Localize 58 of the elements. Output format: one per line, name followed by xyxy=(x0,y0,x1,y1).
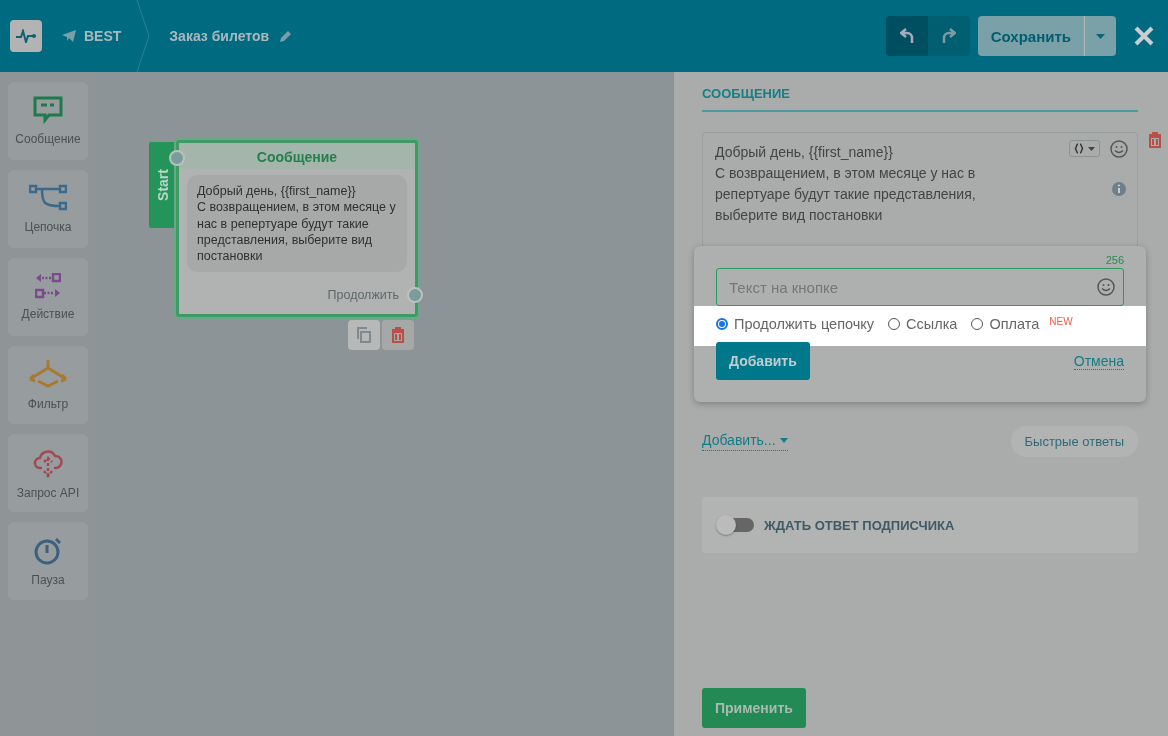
cancel-link[interactable]: Отмена xyxy=(1073,352,1124,370)
chat-bubble-icon xyxy=(33,96,63,124)
toolbox-item[interactable]: Сообщение xyxy=(8,82,88,160)
braces-icon xyxy=(1074,143,1084,154)
branch-icon xyxy=(29,184,67,212)
toolbox-label: Сообщение xyxy=(15,132,81,146)
caret-icon xyxy=(1096,33,1105,39)
toolbox-item[interactable]: Запрос API xyxy=(8,434,88,512)
node-title: Сообщение xyxy=(179,143,415,169)
copy-button[interactable] xyxy=(348,320,380,350)
trash-icon[interactable] xyxy=(1148,132,1162,148)
toolbox-item[interactable]: Фильтр xyxy=(8,346,88,424)
caret-icon xyxy=(779,437,788,443)
radio-option[interactable]: Ссылка xyxy=(888,316,958,332)
flow-title: Заказ билетов xyxy=(169,28,270,44)
toolbox-item[interactable]: Пауза xyxy=(8,522,88,600)
delete-button[interactable] xyxy=(382,320,414,350)
new-label: NEW xyxy=(1049,316,1073,327)
info-icon[interactable] xyxy=(1112,182,1126,196)
trash-icon xyxy=(391,327,405,343)
toggle-switch[interactable] xyxy=(718,518,754,532)
stopwatch-icon xyxy=(34,535,62,565)
button-text-field[interactable]: Текст на кнопке xyxy=(716,268,1124,306)
emoji-icon[interactable] xyxy=(1110,140,1128,158)
toggle-label: ЖДАТЬ ОТВЕТ ПОДПИСЧИКА xyxy=(764,517,955,533)
message-node[interactable]: Сообщение Добрый день, {{first_name}} С возвращением, в этом месяце у нас в репертуаре будут такие представления, выберите вид постановки Продолжить xyxy=(176,140,418,318)
add-button[interactable]: Добавить xyxy=(716,342,810,380)
caret-icon xyxy=(1088,146,1095,151)
paper-plane-icon xyxy=(62,30,76,42)
toolbox-label: Цепочка xyxy=(24,220,72,234)
split-arrows-icon xyxy=(26,359,70,389)
radio-option[interactable]: Оплата xyxy=(971,316,1040,332)
undo-icon xyxy=(899,28,914,44)
copy-icon xyxy=(357,327,371,343)
undo-button[interactable] xyxy=(885,16,928,56)
continue-label: Продолжить xyxy=(326,287,400,305)
quick-replies-button[interactable]: Быстрые ответы xyxy=(1010,426,1138,457)
radio-button[interactable] xyxy=(716,318,728,330)
add-menu-link[interactable]: Добавить... xyxy=(702,432,788,451)
app-logo-icon[interactable] xyxy=(10,20,42,52)
section-title: СООБЩЕНИЕ xyxy=(702,86,1138,112)
apply-button[interactable]: Применить xyxy=(702,688,806,728)
channel-name[interactable]: BEST xyxy=(84,28,122,44)
toolbox-item[interactable]: Действие xyxy=(8,258,88,336)
toolbox-label: Действие xyxy=(21,307,75,321)
toolbox-label: Пауза xyxy=(31,573,65,587)
redo-icon xyxy=(941,28,956,44)
toolbox-item[interactable]: Цепочка xyxy=(8,170,88,248)
radio-option[interactable]: Продолжить цепочку xyxy=(716,316,875,332)
character-counter: 256 xyxy=(1104,254,1124,266)
variables-button[interactable] xyxy=(1069,140,1100,157)
arrows-exchange-icon xyxy=(35,273,61,299)
node-message: Добрый день, {{first_name}} С возвращением, в этом месяце у нас в репертуаре будут такие представления, выберите вид постановки xyxy=(187,175,407,273)
emoji-icon[interactable] xyxy=(1097,278,1115,296)
output-port[interactable] xyxy=(407,287,423,303)
toolbox-label: Запрос API xyxy=(16,486,80,500)
toolbox-label: Фильтр xyxy=(27,397,69,411)
pencil-icon[interactable] xyxy=(279,29,293,43)
